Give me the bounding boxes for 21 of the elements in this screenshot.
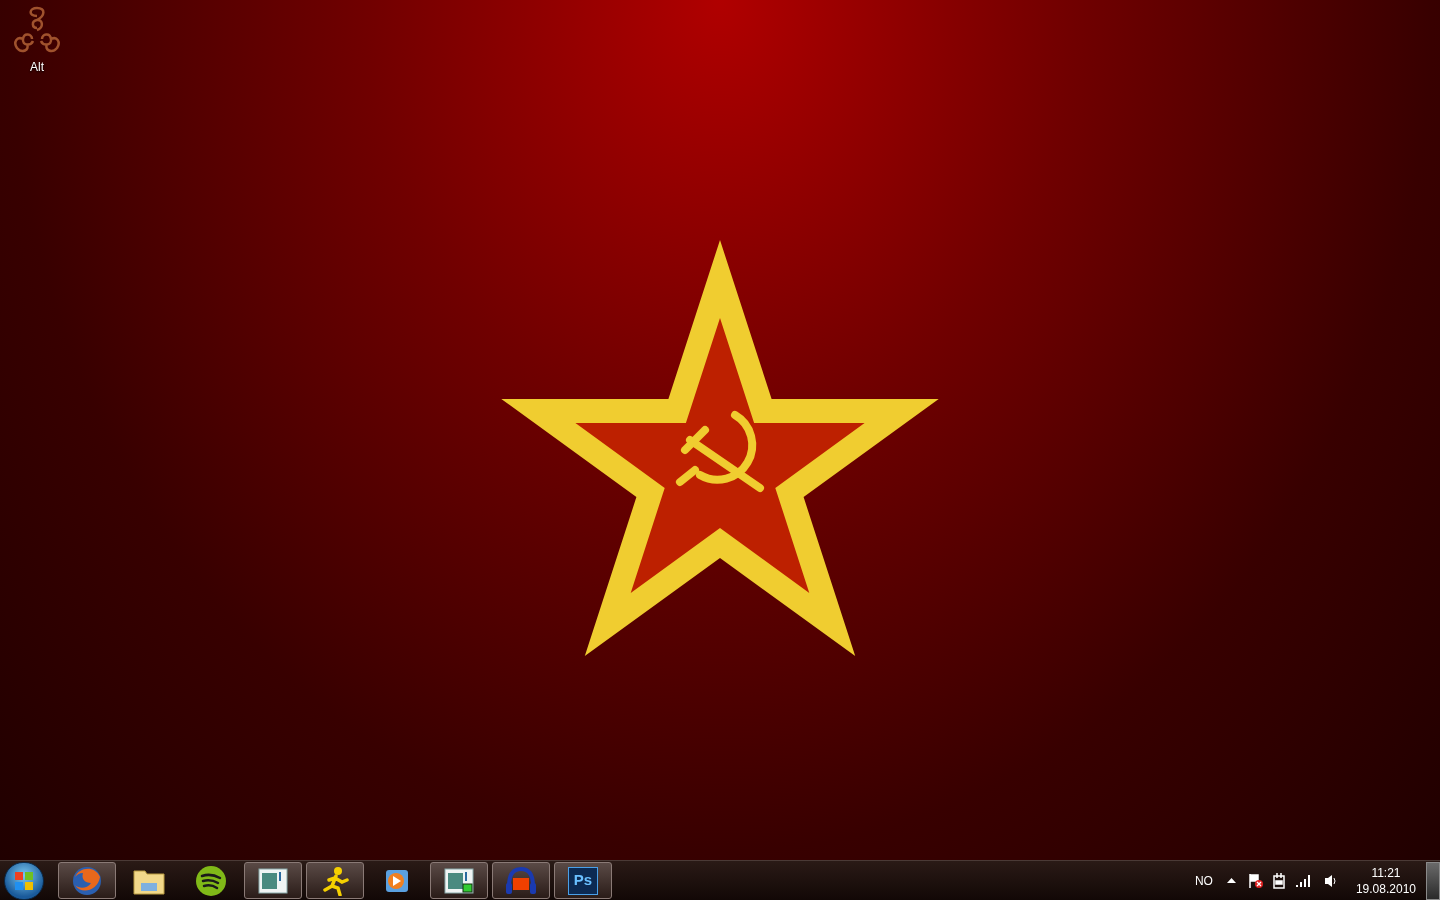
running-figure-icon xyxy=(320,865,350,896)
taskbar-button[interactable] xyxy=(430,862,488,899)
desktop-icon-label[interactable]: Alt xyxy=(30,58,44,76)
speaker-icon[interactable] xyxy=(1323,873,1338,888)
window-icon xyxy=(444,867,474,894)
show-hidden-icons-icon[interactable] xyxy=(1226,878,1236,883)
taskbar-button[interactable] xyxy=(244,862,302,899)
globe-icon xyxy=(71,864,103,897)
taskbar-button[interactable]: Ps xyxy=(554,862,612,899)
flag-error-icon[interactable] xyxy=(1247,872,1264,889)
show-desktop-button[interactable] xyxy=(1426,861,1440,900)
photoshop-logo-icon: Ps xyxy=(568,866,598,895)
start-button[interactable] xyxy=(4,861,44,900)
signal-bars-icon[interactable] xyxy=(1295,874,1312,887)
clock[interactable]: 11:21 19.08.2010 xyxy=(1355,864,1416,897)
window-icon xyxy=(258,867,288,894)
windows-logo-icon xyxy=(14,870,34,891)
language-indicator[interactable]: NO xyxy=(1194,871,1213,890)
headphones-icon xyxy=(505,865,537,896)
taskbar-button[interactable] xyxy=(306,862,364,899)
sound-waves-icon xyxy=(195,864,227,897)
